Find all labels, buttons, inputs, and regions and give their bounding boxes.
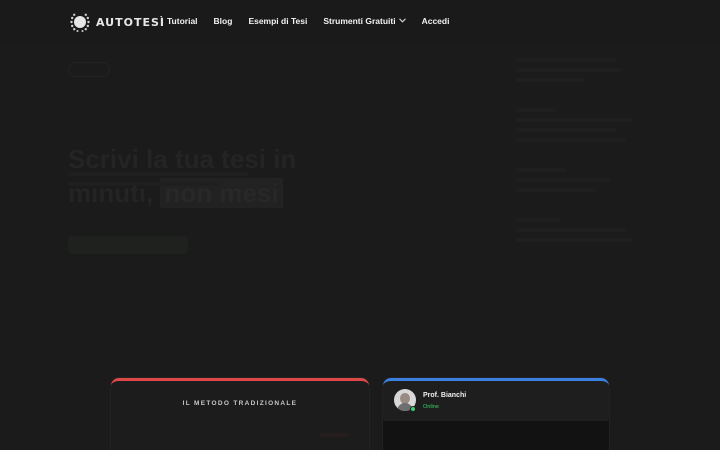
- traditional-row-bar: [319, 433, 349, 437]
- top-navbar: AUTOTESÌ Tutorial Blog Esempi di Tesi St…: [0, 0, 720, 44]
- nav-strumenti-gratuiti[interactable]: Strumenti Gratuiti: [323, 16, 406, 26]
- brand-name: AUTOTESÌ: [96, 15, 165, 29]
- nav-accedi[interactable]: Accedi: [422, 16, 450, 26]
- nav-tutorial[interactable]: Tutorial: [167, 16, 198, 26]
- hero-side-panel: [516, 58, 636, 268]
- traditional-method-card: IL METODO TRADIZIONALE: [111, 378, 369, 450]
- brand-logo[interactable]: AUTOTESÌ: [68, 10, 165, 34]
- chat-contact-status: Online: [423, 404, 439, 410]
- nav-blog[interactable]: Blog: [214, 16, 233, 26]
- nav-links: Tutorial Blog Esempi di Tesi Strumenti G…: [167, 16, 449, 26]
- hero-cta-button[interactable]: [68, 236, 188, 254]
- nav-esempi-di-tesi[interactable]: Esempi di Tesi: [248, 16, 307, 26]
- traditional-method-title: IL METODO TRADIZIONALE: [182, 400, 298, 407]
- chat-contact-name: Prof. Bianchi: [423, 392, 467, 399]
- online-status-dot: [410, 406, 416, 412]
- chevron-down-icon: [398, 17, 406, 25]
- hero-subtitle: [68, 172, 298, 192]
- chat-messages-area: [383, 421, 609, 450]
- nav-strumenti-label: Strumenti Gratuiti: [323, 16, 396, 26]
- hero-badge: [68, 62, 110, 77]
- laurel-logo-icon: [68, 10, 92, 34]
- chat-card: Prof. Bianchi Online: [383, 378, 609, 450]
